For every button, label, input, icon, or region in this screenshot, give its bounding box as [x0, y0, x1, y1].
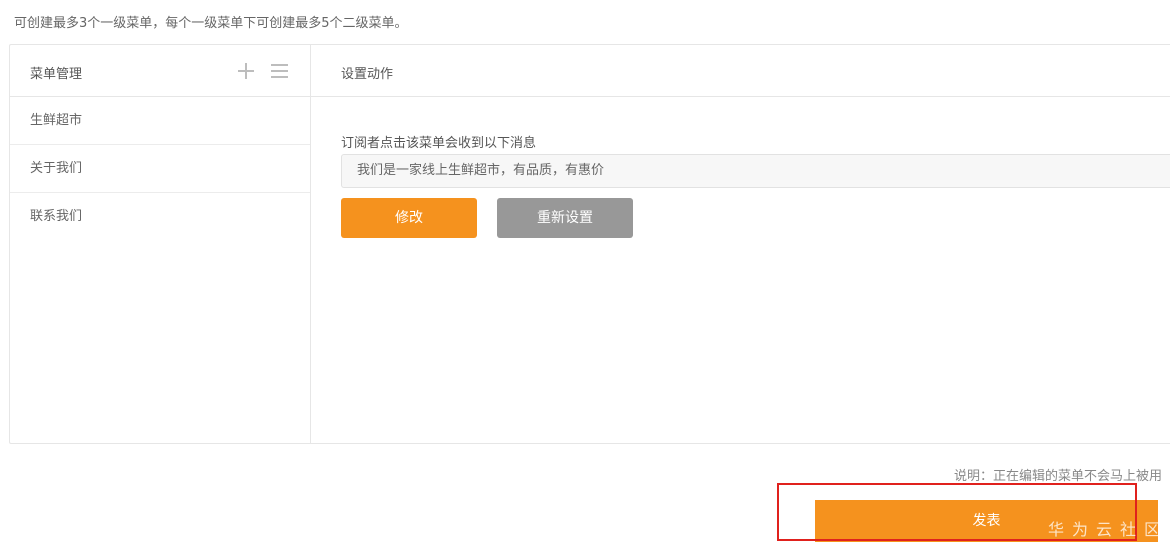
menu-sidebar: 菜单管理 生鲜超市 关于我们 联系我们	[10, 45, 311, 443]
main-header: 设置动作	[311, 45, 1170, 97]
page-hint: 可创建最多3个一级菜单，每个一级菜单下可创建最多5个二级菜单。	[14, 16, 408, 31]
modify-button[interactable]: 修改	[341, 198, 477, 238]
main-title: 设置动作	[341, 67, 394, 82]
sidebar-item-fresh-market[interactable]: 生鲜超市	[10, 97, 310, 145]
action-settings: 设置动作 订阅者点击该菜单会收到以下消息 我们是一家线上生鲜超市，有品质，有惠价…	[311, 45, 1170, 443]
watermark-text: 华为云社区	[1048, 520, 1169, 539]
menu-editor-panel: 菜单管理 生鲜超市 关于我们 联系我们 设置动作 订阅者点击该菜单会收到以下消息…	[9, 44, 1170, 444]
footer-note: 说明：正在编辑的菜单不会马上被用	[954, 469, 1163, 484]
list-icon[interactable]	[271, 64, 288, 78]
sidebar-item-about-us[interactable]: 关于我们	[10, 145, 310, 193]
sidebar-header: 菜单管理	[10, 45, 310, 97]
reset-button[interactable]: 重新设置	[497, 198, 633, 238]
message-field[interactable]: 我们是一家线上生鲜超市，有品质，有惠价	[341, 154, 1170, 188]
sidebar-title: 菜单管理	[30, 67, 83, 82]
message-label: 订阅者点击该菜单会收到以下消息	[341, 136, 537, 151]
plus-icon[interactable]	[237, 62, 255, 80]
sidebar-item-contact-us[interactable]: 联系我们	[10, 193, 310, 240]
